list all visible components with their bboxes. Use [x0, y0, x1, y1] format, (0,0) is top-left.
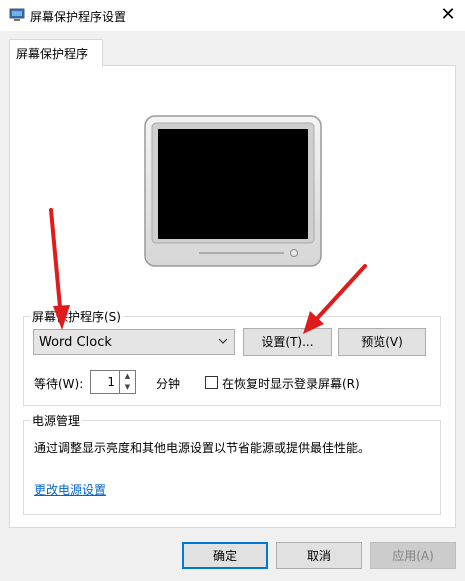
- settings-button[interactable]: 设置(T)...: [243, 328, 332, 356]
- screensaver-selected-value: Word Clock: [39, 335, 112, 350]
- change-power-settings-link[interactable]: 更改电源设置: [34, 481, 106, 498]
- tab-screensaver-label: 屏幕保护程序: [16, 47, 89, 61]
- wait-label: 等待(W):: [34, 377, 84, 391]
- screensaver-app-icon: [9, 8, 25, 21]
- power-description: 通过调整显示亮度和其他电源设置以节省能源或提供最佳性能。: [34, 441, 371, 455]
- apply-button: 应用(A): [370, 542, 456, 569]
- close-icon[interactable]: ✕: [436, 3, 460, 27]
- cancel-button[interactable]: 取消: [276, 542, 362, 569]
- screensaver-group-legend: 屏幕保护程序(S): [30, 308, 123, 325]
- resume-logon-checkbox[interactable]: [205, 376, 218, 389]
- monitor-preview-icon: [144, 115, 322, 267]
- power-group: [23, 420, 441, 515]
- window-title: 屏幕保护程序设置: [30, 10, 127, 24]
- chevron-down-icon[interactable]: [217, 332, 229, 353]
- wait-stepper[interactable]: ▲ ▼: [120, 370, 136, 394]
- power-group-legend: 电源管理: [30, 412, 83, 429]
- resume-logon-label: 在恢复时显示登录屏幕(R): [222, 377, 360, 391]
- wait-input[interactable]: 1: [90, 370, 120, 394]
- stepper-up-icon[interactable]: ▲: [120, 371, 135, 382]
- ok-button[interactable]: 确定: [182, 542, 268, 569]
- preview-button[interactable]: 预览(V): [338, 328, 426, 356]
- stepper-down-icon[interactable]: ▼: [120, 382, 135, 393]
- wait-unit-label: 分钟: [156, 377, 181, 391]
